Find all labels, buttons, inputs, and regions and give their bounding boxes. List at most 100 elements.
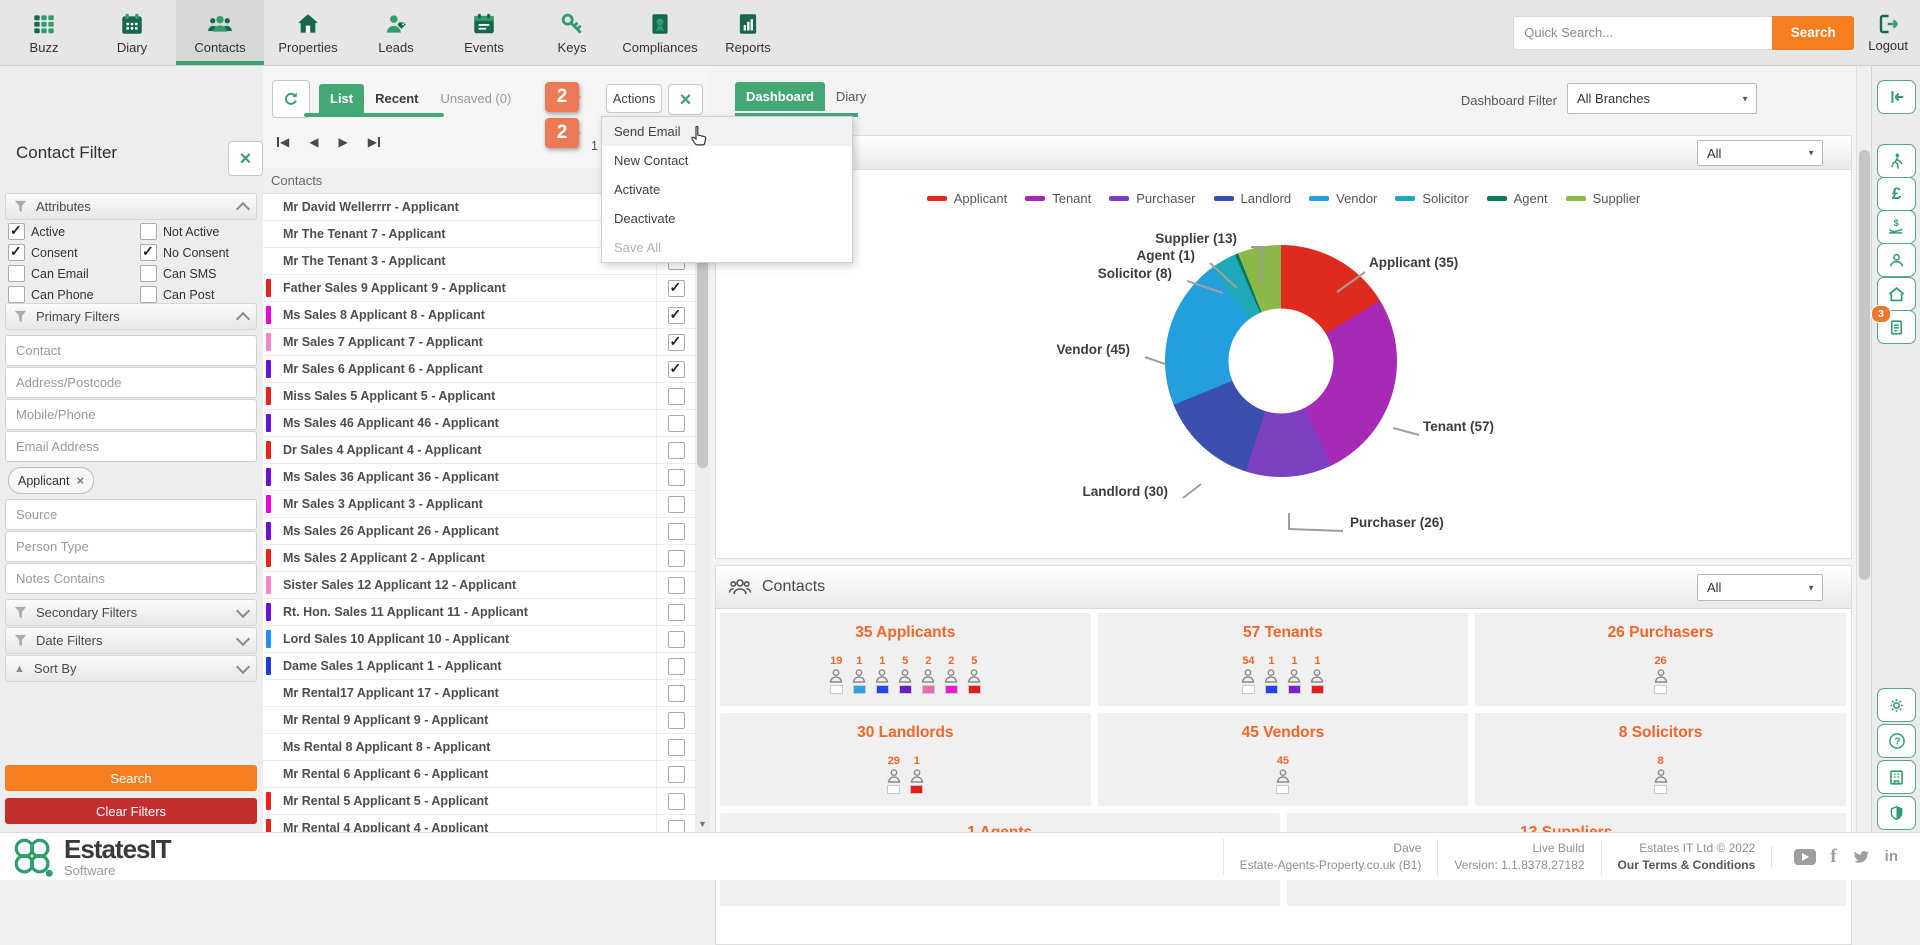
- quick-search-input[interactable]: [1513, 16, 1772, 50]
- nav-item-events[interactable]: Events: [440, 0, 528, 65]
- actions-close-button[interactable]: ×: [668, 84, 703, 115]
- contact-row[interactable]: Mr Rental 5 Applicant 5 - Applicant: [263, 788, 695, 815]
- tab-recent[interactable]: Recent: [364, 84, 429, 113]
- nav-item-diary[interactable]: Diary: [88, 0, 176, 65]
- next-page-button[interactable]: ▶: [338, 135, 347, 149]
- attribute-checkbox[interactable]: Can Phone: [8, 286, 140, 303]
- contact-row[interactable]: Mr Rental17 Applicant 17 - Applicant: [263, 680, 695, 707]
- checkbox[interactable]: [8, 286, 25, 303]
- scrollbar-thumb[interactable]: [1859, 150, 1870, 580]
- actions-button[interactable]: Actions: [606, 84, 662, 113]
- contact-row[interactable]: Mr Rental 6 Applicant 6 - Applicant: [263, 761, 695, 788]
- search-button[interactable]: Search: [1772, 16, 1854, 50]
- scrollbar-down-arrow[interactable]: ▼: [698, 819, 707, 829]
- contact-row[interactable]: Miss Sales 5 Applicant 5 - Applicant: [263, 383, 695, 410]
- person-button[interactable]: [1877, 243, 1916, 277]
- nav-item-contacts[interactable]: Contacts: [176, 0, 264, 65]
- attribute-checkbox[interactable]: Can SMS: [140, 265, 256, 282]
- row-checkbox[interactable]: [668, 604, 685, 621]
- row-checkbox[interactable]: [668, 307, 685, 324]
- filter-input[interactable]: [5, 399, 257, 430]
- row-checkbox[interactable]: [668, 388, 685, 405]
- settings-button[interactable]: [1877, 688, 1916, 722]
- row-checkbox[interactable]: [668, 577, 685, 594]
- nav-item-buzz[interactable]: Buzz: [0, 0, 88, 65]
- sidebar-search-button[interactable]: Search: [5, 765, 257, 791]
- sidebar-close-button[interactable]: ×: [228, 141, 263, 176]
- contact-row[interactable]: Mr Sales 6 Applicant 6 - Applicant: [263, 356, 695, 383]
- checkbox[interactable]: [140, 223, 157, 240]
- filter-input[interactable]: [5, 335, 257, 366]
- first-page-button[interactable]: ◀: [277, 135, 289, 149]
- date-filters-section-header[interactable]: Date Filters: [5, 627, 257, 654]
- attribute-checkbox[interactable]: Can Email: [8, 265, 140, 282]
- nav-item-reports[interactable]: Reports: [704, 0, 792, 65]
- filter-input[interactable]: [5, 563, 257, 594]
- walking-person-button[interactable]: [1877, 144, 1916, 178]
- help-button[interactable]: ?: [1877, 724, 1916, 758]
- contact-row[interactable]: Lord Sales 10 Applicant 10 - Applicant: [263, 626, 695, 653]
- row-checkbox[interactable]: [668, 442, 685, 459]
- row-checkbox[interactable]: [668, 712, 685, 729]
- contact-row[interactable]: Ms Sales 46 Applicant 46 - Applicant: [263, 410, 695, 437]
- filter-input[interactable]: [5, 367, 257, 398]
- nav-item-leads[interactable]: Leads: [352, 0, 440, 65]
- contact-row[interactable]: Mr Sales 3 Applicant 3 - Applicant: [263, 491, 695, 518]
- nav-item-keys[interactable]: Keys: [528, 0, 616, 65]
- row-checkbox[interactable]: [668, 631, 685, 648]
- twitter-icon[interactable]: [1851, 848, 1871, 866]
- row-checkbox[interactable]: [668, 766, 685, 783]
- contact-row[interactable]: Ms Sales 2 Applicant 2 - Applicant: [263, 545, 695, 572]
- facebook-icon[interactable]: f: [1830, 846, 1836, 868]
- menu-item[interactable]: Deactivate: [602, 204, 852, 233]
- checkbox[interactable]: [140, 265, 157, 282]
- secondary-filters-section-header[interactable]: Secondary Filters: [5, 599, 257, 626]
- checkbox[interactable]: [140, 244, 157, 261]
- last-page-button[interactable]: ▶: [368, 135, 380, 149]
- contact-row[interactable]: Ms Rental 8 Applicant 8 - Applicant: [263, 734, 695, 761]
- youtube-icon[interactable]: [1794, 849, 1816, 865]
- tab-dashboard[interactable]: Dashboard: [735, 82, 825, 111]
- collapse-panel-button[interactable]: [1877, 80, 1916, 114]
- row-checkbox[interactable]: [668, 415, 685, 432]
- row-checkbox[interactable]: [668, 523, 685, 540]
- contact-row[interactable]: Sister Sales 12 Applicant 12 - Applicant: [263, 572, 695, 599]
- branch-select[interactable]: All Branches: [1567, 83, 1757, 114]
- linkedin-icon[interactable]: in: [1885, 848, 1898, 865]
- tab-diary[interactable]: Diary: [825, 82, 877, 111]
- logout-button[interactable]: Logout: [1868, 12, 1908, 53]
- checkbox[interactable]: [8, 223, 25, 240]
- menu-item[interactable]: Save All: [602, 233, 852, 262]
- document-button[interactable]: 3: [1877, 310, 1916, 344]
- row-checkbox[interactable]: [668, 658, 685, 675]
- list-scrollbar[interactable]: ▼: [695, 168, 710, 833]
- attribute-checkbox[interactable]: Can Post: [140, 286, 256, 303]
- contact-row[interactable]: Mr Sales 7 Applicant 7 - Applicant: [263, 329, 695, 356]
- contact-row[interactable]: Ms Sales 8 Applicant 8 - Applicant: [263, 302, 695, 329]
- row-checkbox[interactable]: [668, 550, 685, 567]
- applicant-filter-chip[interactable]: Applicant ×: [8, 467, 94, 494]
- filter-input[interactable]: [5, 499, 257, 530]
- nav-item-properties[interactable]: Properties: [264, 0, 352, 65]
- row-checkbox[interactable]: [668, 361, 685, 378]
- nav-item-compliances[interactable]: Compliances: [616, 0, 704, 65]
- clear-filters-button[interactable]: Clear Filters: [5, 798, 257, 824]
- row-checkbox[interactable]: [668, 739, 685, 756]
- contact-row[interactable]: Father Sales 9 Applicant 9 - Applicant: [263, 275, 695, 302]
- attribute-checkbox[interactable]: Active: [8, 223, 140, 240]
- sort-by-section-header[interactable]: ▲ Sort By: [5, 655, 257, 682]
- checkbox[interactable]: [8, 244, 25, 261]
- attribute-checkbox[interactable]: Consent: [8, 244, 140, 261]
- security-button[interactable]: [1877, 796, 1916, 830]
- filter-input[interactable]: [5, 431, 257, 462]
- row-checkbox[interactable]: [668, 469, 685, 486]
- contact-row[interactable]: Rt. Hon. Sales 11 Applicant 11 - Applica…: [263, 599, 695, 626]
- row-checkbox[interactable]: [668, 793, 685, 810]
- row-checkbox[interactable]: [668, 334, 685, 351]
- checkbox[interactable]: [140, 286, 157, 303]
- tab-unsaved[interactable]: Unsaved (0): [429, 84, 522, 113]
- checkbox[interactable]: [8, 265, 25, 282]
- filter-input[interactable]: [5, 531, 257, 562]
- building-button[interactable]: [1877, 760, 1916, 794]
- contact-row[interactable]: Dame Sales 1 Applicant 1 - Applicant: [263, 653, 695, 680]
